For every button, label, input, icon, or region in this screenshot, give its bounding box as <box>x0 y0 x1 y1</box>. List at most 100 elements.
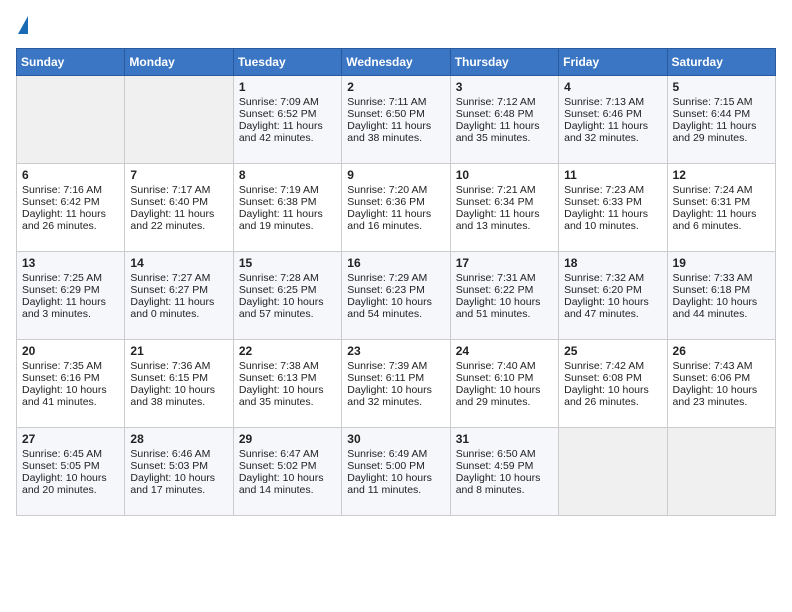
day-number: 24 <box>456 344 553 358</box>
calendar-cell: 17Sunrise: 7:31 AMSunset: 6:22 PMDayligh… <box>450 252 558 340</box>
day-info-line: Sunset: 6:34 PM <box>456 196 553 208</box>
calendar-cell: 22Sunrise: 7:38 AMSunset: 6:13 PMDayligh… <box>233 340 341 428</box>
day-info-line: Sunset: 6:31 PM <box>673 196 770 208</box>
calendar-cell: 5Sunrise: 7:15 AMSunset: 6:44 PMDaylight… <box>667 76 775 164</box>
logo-triangle-icon <box>18 16 28 34</box>
calendar-cell: 14Sunrise: 7:27 AMSunset: 6:27 PMDayligh… <box>125 252 233 340</box>
day-info-line: Daylight: 10 hours and 20 minutes. <box>22 472 119 496</box>
calendar-cell: 10Sunrise: 7:21 AMSunset: 6:34 PMDayligh… <box>450 164 558 252</box>
day-info-line: Sunrise: 7:33 AM <box>673 272 770 284</box>
day-info-line: Sunrise: 7:31 AM <box>456 272 553 284</box>
day-number: 23 <box>347 344 444 358</box>
calendar-header-row: SundayMondayTuesdayWednesdayThursdayFrid… <box>17 49 776 76</box>
day-number: 31 <box>456 432 553 446</box>
day-info-line: Sunset: 5:00 PM <box>347 460 444 472</box>
page-header <box>16 16 776 36</box>
day-info-line: Sunset: 6:20 PM <box>564 284 661 296</box>
day-info-line: Sunrise: 7:20 AM <box>347 184 444 196</box>
day-info-line: Sunrise: 7:39 AM <box>347 360 444 372</box>
calendar-cell: 3Sunrise: 7:12 AMSunset: 6:48 PMDaylight… <box>450 76 558 164</box>
calendar-cell: 6Sunrise: 7:16 AMSunset: 6:42 PMDaylight… <box>17 164 125 252</box>
day-info-line: Sunrise: 7:36 AM <box>130 360 227 372</box>
calendar-cell: 13Sunrise: 7:25 AMSunset: 6:29 PMDayligh… <box>17 252 125 340</box>
day-number: 22 <box>239 344 336 358</box>
day-number: 16 <box>347 256 444 270</box>
day-info-line: Sunset: 6:10 PM <box>456 372 553 384</box>
day-info-line: Daylight: 11 hours and 26 minutes. <box>22 208 119 232</box>
calendar-cell: 19Sunrise: 7:33 AMSunset: 6:18 PMDayligh… <box>667 252 775 340</box>
day-number: 20 <box>22 344 119 358</box>
day-info-line: Daylight: 11 hours and 16 minutes. <box>347 208 444 232</box>
day-info-line: Daylight: 10 hours and 35 minutes. <box>239 384 336 408</box>
calendar-cell: 24Sunrise: 7:40 AMSunset: 6:10 PMDayligh… <box>450 340 558 428</box>
calendar-cell <box>667 428 775 516</box>
day-info-line: Sunrise: 7:32 AM <box>564 272 661 284</box>
day-info-line: Sunset: 6:40 PM <box>130 196 227 208</box>
calendar-week-row: 27Sunrise: 6:45 AMSunset: 5:05 PMDayligh… <box>17 428 776 516</box>
day-info-line: Daylight: 11 hours and 13 minutes. <box>456 208 553 232</box>
calendar-body: 1Sunrise: 7:09 AMSunset: 6:52 PMDaylight… <box>17 76 776 516</box>
calendar-cell: 30 Sunrise: 6:49 AMSunset: 5:00 PMDayligh… <box>342 428 450 516</box>
day-info-line: Sunset: 6:27 PM <box>130 284 227 296</box>
day-number: 11 <box>564 168 661 182</box>
day-number: 30 <box>347 432 444 446</box>
calendar-week-row: 6Sunrise: 7:16 AMSunset: 6:42 PMDaylight… <box>17 164 776 252</box>
calendar-week-row: 1Sunrise: 7:09 AMSunset: 6:52 PMDaylight… <box>17 76 776 164</box>
calendar-cell: 27Sunrise: 6:45 AMSunset: 5:05 PMDayligh… <box>17 428 125 516</box>
day-info-line: Sunset: 6:06 PM <box>673 372 770 384</box>
logo <box>16 16 28 36</box>
day-info-line: Daylight: 11 hours and 10 minutes. <box>564 208 661 232</box>
day-info-line: Sunrise: 7:16 AM <box>22 184 119 196</box>
calendar-cell: 2Sunrise: 7:11 AMSunset: 6:50 PMDaylight… <box>342 76 450 164</box>
calendar-cell: 31Sunrise: 6:50 AMSunset: 4:59 PMDayligh… <box>450 428 558 516</box>
day-info-line: Sunset: 6:48 PM <box>456 108 553 120</box>
day-number: 13 <box>22 256 119 270</box>
day-header: Friday <box>559 49 667 76</box>
day-info-line: Daylight: 10 hours and 44 minutes. <box>673 296 770 320</box>
day-header: Tuesday <box>233 49 341 76</box>
day-info-line: Sunset: 6:16 PM <box>22 372 119 384</box>
day-info-line: Daylight: 11 hours and 19 minutes. <box>239 208 336 232</box>
day-info-line: Sunrise: 6:49 AM <box>347 448 444 460</box>
day-info-line: Daylight: 10 hours and 29 minutes. <box>456 384 553 408</box>
calendar-cell: 28Sunrise: 6:46 AMSunset: 5:03 PMDayligh… <box>125 428 233 516</box>
day-info-line: Sunrise: 7:15 AM <box>673 96 770 108</box>
day-info-line: Daylight: 11 hours and 6 minutes. <box>673 208 770 232</box>
day-info-line: Sunset: 6:25 PM <box>239 284 336 296</box>
calendar-cell: 16Sunrise: 7:29 AMSunset: 6:23 PMDayligh… <box>342 252 450 340</box>
calendar-cell: 7Sunrise: 7:17 AMSunset: 6:40 PMDaylight… <box>125 164 233 252</box>
calendar-week-row: 13Sunrise: 7:25 AMSunset: 6:29 PMDayligh… <box>17 252 776 340</box>
day-number: 4 <box>564 80 661 94</box>
day-info-line: Sunrise: 7:25 AM <box>22 272 119 284</box>
day-info-line: Sunset: 6:42 PM <box>22 196 119 208</box>
day-info-line: Sunrise: 7:23 AM <box>564 184 661 196</box>
day-info-line: Sunrise: 7:35 AM <box>22 360 119 372</box>
day-info-line: Sunset: 6:11 PM <box>347 372 444 384</box>
day-number: 7 <box>130 168 227 182</box>
day-number: 19 <box>673 256 770 270</box>
day-info-line: Daylight: 11 hours and 22 minutes. <box>130 208 227 232</box>
calendar-cell: 8Sunrise: 7:19 AMSunset: 6:38 PMDaylight… <box>233 164 341 252</box>
calendar-cell: 20Sunrise: 7:35 AMSunset: 6:16 PMDayligh… <box>17 340 125 428</box>
day-info-line: Sunset: 6:08 PM <box>564 372 661 384</box>
day-number: 17 <box>456 256 553 270</box>
day-info-line: Sunset: 6:38 PM <box>239 196 336 208</box>
day-info-line: Daylight: 10 hours and 11 minutes. <box>347 472 444 496</box>
calendar-cell: 29Sunrise: 6:47 AMSunset: 5:02 PMDayligh… <box>233 428 341 516</box>
day-number: 26 <box>673 344 770 358</box>
day-info-line: Sunset: 4:59 PM <box>456 460 553 472</box>
day-info-line: Sunset: 6:36 PM <box>347 196 444 208</box>
day-info-line: Daylight: 10 hours and 17 minutes. <box>130 472 227 496</box>
day-info-line: Daylight: 10 hours and 38 minutes. <box>130 384 227 408</box>
calendar-cell: 11Sunrise: 7:23 AMSunset: 6:33 PMDayligh… <box>559 164 667 252</box>
day-info-line: Sunset: 5:03 PM <box>130 460 227 472</box>
calendar-cell: 12Sunrise: 7:24 AMSunset: 6:31 PMDayligh… <box>667 164 775 252</box>
day-number: 14 <box>130 256 227 270</box>
day-number: 12 <box>673 168 770 182</box>
day-number: 28 <box>130 432 227 446</box>
day-number: 2 <box>347 80 444 94</box>
day-number: 5 <box>673 80 770 94</box>
day-info-line: Daylight: 11 hours and 3 minutes. <box>22 296 119 320</box>
day-header: Thursday <box>450 49 558 76</box>
day-info-line: Sunrise: 7:38 AM <box>239 360 336 372</box>
